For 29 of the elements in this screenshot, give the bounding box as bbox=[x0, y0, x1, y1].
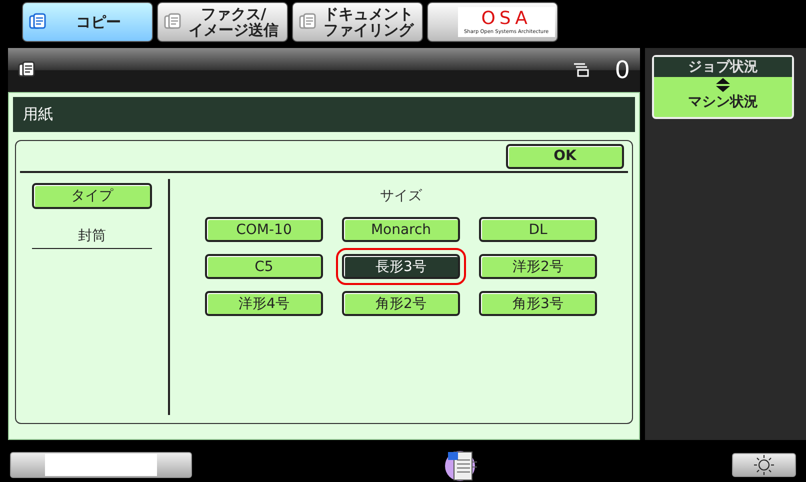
size-button[interactable]: 洋形2号 bbox=[479, 254, 597, 279]
type-button[interactable]: タイプ bbox=[32, 183, 152, 209]
mode-tab[interactable]: ドキュメント ファイリング bbox=[292, 2, 423, 42]
size-heading: サイズ bbox=[380, 187, 422, 205]
size-button[interactable]: 洋形4号 bbox=[205, 291, 323, 316]
job-queue-icon bbox=[572, 63, 589, 77]
status-toggle-button[interactable]: ジョブ状況 マシン状況 bbox=[652, 55, 794, 119]
printer-icon bbox=[444, 448, 480, 482]
size-button[interactable]: 角形2号 bbox=[342, 291, 460, 316]
mode-tab[interactable]: コピー bbox=[22, 2, 153, 42]
brightness-button[interactable] bbox=[732, 453, 796, 477]
size-button[interactable]: Monarch bbox=[342, 217, 460, 242]
copy-icon bbox=[29, 13, 47, 31]
size-button[interactable]: COM-10 bbox=[205, 217, 323, 242]
size-button[interactable]: DL bbox=[479, 217, 597, 242]
stacked-pages-icon bbox=[164, 13, 182, 31]
stacked-pages-icon bbox=[299, 13, 317, 31]
panel-title: 用紙 bbox=[13, 97, 635, 132]
copy-icon bbox=[18, 61, 36, 79]
size-button[interactable]: 角形3号 bbox=[479, 291, 597, 316]
logo-text: OSA bbox=[481, 9, 532, 29]
sun-icon bbox=[754, 455, 774, 475]
status-field-button[interactable] bbox=[10, 452, 192, 478]
size-button[interactable]: C5 bbox=[205, 254, 323, 279]
mode-tab[interactable]: ファクス/ イメージ送信 bbox=[157, 2, 288, 42]
type-value: 封筒 bbox=[32, 227, 152, 249]
job-count: 0 bbox=[614, 56, 630, 84]
ok-button[interactable]: OK bbox=[506, 144, 624, 168]
up-down-arrows-icon bbox=[715, 77, 731, 93]
